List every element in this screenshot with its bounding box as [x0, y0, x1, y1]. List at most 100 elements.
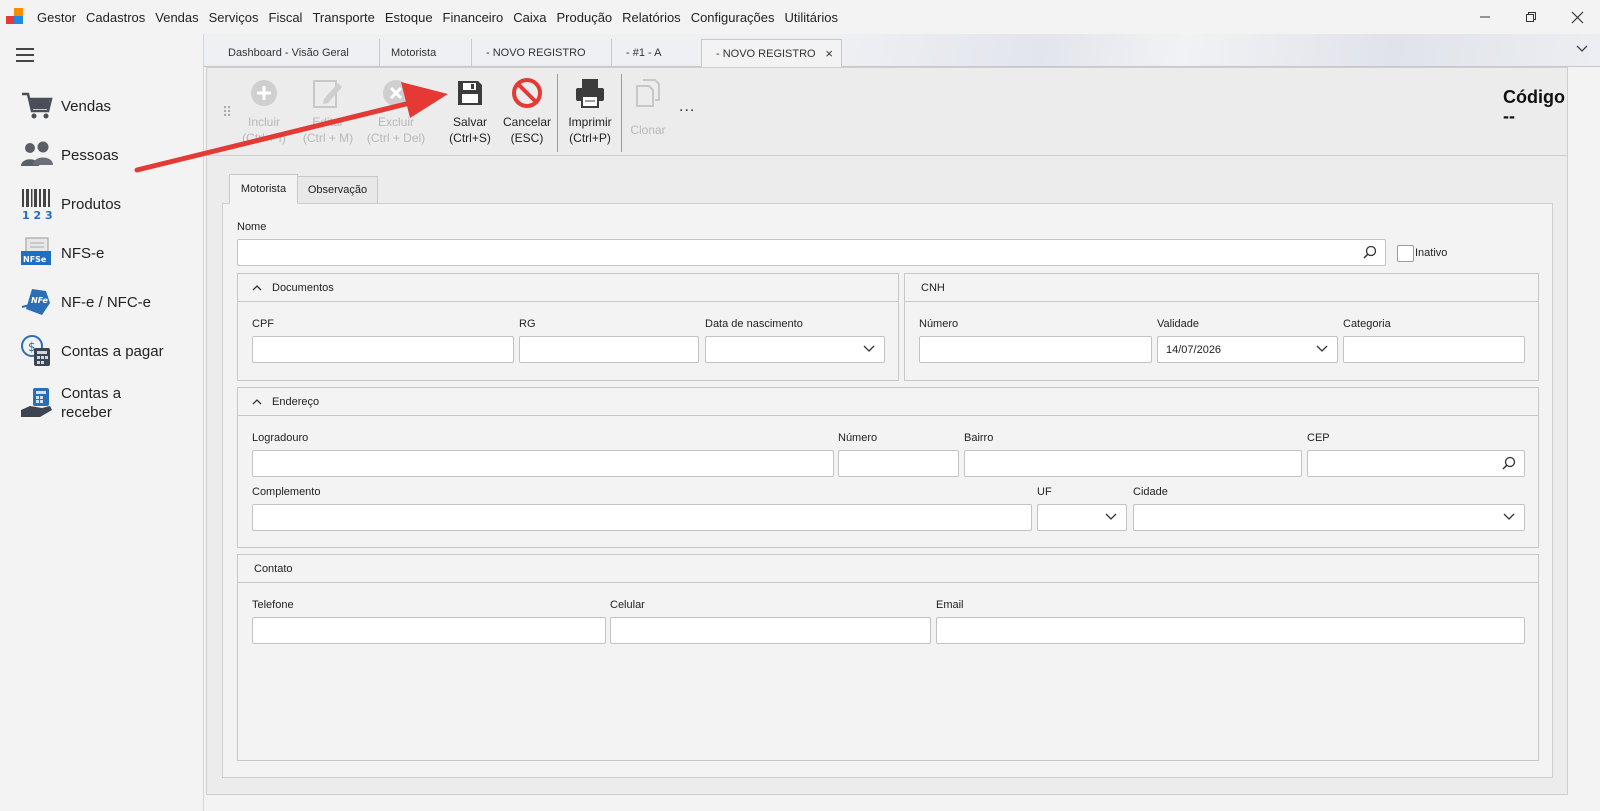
- nome-field[interactable]: [237, 239, 1386, 266]
- cep-field[interactable]: [1307, 450, 1525, 477]
- editar-button[interactable]: Editar (Ctrl + M): [293, 76, 363, 146]
- menu-servicos[interactable]: Serviços: [204, 10, 264, 25]
- sidebar-item-contas-pagar[interactable]: $ Contas a pagar: [20, 334, 164, 368]
- cidade-input[interactable]: [1134, 505, 1524, 530]
- sidebar-item-label: Produtos: [61, 195, 122, 213]
- sidebar-item-nfe[interactable]: NFe NF-e / NFC-e: [20, 285, 151, 319]
- celular-field[interactable]: [610, 617, 931, 644]
- telefone-field[interactable]: [252, 617, 606, 644]
- complemento-label: Complemento: [252, 486, 321, 498]
- menu-gestor[interactable]: Gestor: [32, 10, 81, 25]
- incluir-button[interactable]: Incluir (Ctrl + I): [229, 76, 299, 146]
- bairro-input[interactable]: [965, 451, 1301, 476]
- menu-utilitarios[interactable]: Utilitários: [780, 10, 843, 25]
- complemento-input[interactable]: [253, 505, 1031, 530]
- hamburger-menu-icon[interactable]: [16, 48, 34, 62]
- telefone-label: Telefone: [252, 599, 294, 611]
- sidebar: Vendas Pessoas 1 2 3 Produtos NFSe NFS-e…: [0, 34, 204, 811]
- nascimento-input[interactable]: [706, 337, 884, 362]
- endereco-numero-label: Número: [838, 432, 878, 444]
- telefone-input[interactable]: [253, 618, 605, 643]
- tab-registro-a[interactable]: - #1 - A: [604, 39, 700, 67]
- inativo-checkbox[interactable]: [1397, 245, 1414, 262]
- validade-field[interactable]: [1157, 336, 1338, 363]
- logradouro-input[interactable]: [253, 451, 833, 476]
- tab-observacao[interactable]: Observação: [297, 176, 378, 204]
- menu-configuracoes[interactable]: Configurações: [686, 10, 780, 25]
- menu-caixa[interactable]: Caixa: [508, 10, 551, 25]
- tab-label: - #1 - A: [626, 47, 662, 59]
- app-logo: [6, 8, 24, 26]
- sidebar-item-produtos[interactable]: 1 2 3 Produtos: [20, 187, 121, 221]
- bairro-field[interactable]: [964, 450, 1302, 477]
- cnh-numero-input[interactable]: [920, 337, 1151, 362]
- celular-label: Celular: [610, 599, 645, 611]
- validade-input[interactable]: [1158, 337, 1337, 362]
- endereco-numero-field[interactable]: [838, 450, 959, 477]
- chevron-up-icon[interactable]: [252, 396, 262, 408]
- complemento-field[interactable]: [252, 504, 1032, 531]
- cancelar-button[interactable]: Cancelar (ESC): [492, 76, 562, 146]
- endereco-header[interactable]: Endereço: [238, 388, 1538, 416]
- contato-header: Contato: [238, 555, 1538, 583]
- cpf-input[interactable]: [253, 337, 513, 362]
- money-hand-icon: [20, 386, 54, 420]
- menu-financeiro[interactable]: Financeiro: [438, 10, 509, 25]
- excluir-button[interactable]: Excluir (Ctrl + Del): [361, 76, 431, 146]
- more-options-button[interactable]: ...: [679, 98, 695, 116]
- bairro-label: Bairro: [964, 432, 994, 444]
- chevron-up-icon[interactable]: [252, 282, 262, 294]
- documentos-header[interactable]: Documentos: [238, 274, 898, 302]
- imprimir-label: Imprimir: [568, 115, 612, 129]
- menu-producao[interactable]: Produção: [552, 10, 618, 25]
- tab-motorista[interactable]: Motorista: [369, 39, 472, 67]
- sidebar-item-vendas[interactable]: Vendas: [20, 89, 111, 123]
- restore-icon: [1526, 12, 1536, 22]
- tab-dashboard[interactable]: Dashboard - Visão Geral: [206, 39, 380, 67]
- email-field[interactable]: [936, 617, 1525, 644]
- menu-vendas[interactable]: Vendas: [150, 10, 203, 25]
- restore-button[interactable]: [1508, 0, 1554, 34]
- search-icon[interactable]: [1502, 456, 1516, 470]
- rg-input[interactable]: [520, 337, 698, 362]
- clonar-button[interactable]: Clonar: [613, 76, 683, 138]
- rg-field[interactable]: [519, 336, 699, 363]
- chevron-down-icon[interactable]: [1104, 510, 1118, 524]
- sidebar-item-nfse[interactable]: NFSe NFS-e: [20, 236, 104, 270]
- nascimento-field[interactable]: [705, 336, 885, 363]
- chevron-down-icon[interactable]: [1315, 342, 1329, 356]
- sidebar-item-pessoas[interactable]: Pessoas: [20, 138, 119, 172]
- sidebar-item-contas-receber[interactable]: Contas a receber: [20, 384, 121, 422]
- minimize-button[interactable]: [1462, 0, 1508, 34]
- cidade-select[interactable]: [1133, 504, 1525, 531]
- celular-input[interactable]: [611, 618, 930, 643]
- cnh-numero-field[interactable]: [919, 336, 1152, 363]
- nome-input[interactable]: [238, 240, 1385, 265]
- chevron-down-icon[interactable]: [1502, 510, 1516, 524]
- logradouro-field[interactable]: [252, 450, 834, 477]
- menu-estoque[interactable]: Estoque: [380, 10, 438, 25]
- menu-relatorios[interactable]: Relatórios: [617, 10, 686, 25]
- categoria-field[interactable]: [1343, 336, 1525, 363]
- menu-fiscal[interactable]: Fiscal: [264, 10, 308, 25]
- cpf-field[interactable]: [252, 336, 514, 363]
- search-icon[interactable]: [1363, 245, 1377, 259]
- close-window-button[interactable]: [1554, 0, 1600, 34]
- tab-close-icon[interactable]: ×: [825, 46, 833, 61]
- categoria-input[interactable]: [1344, 337, 1524, 362]
- codigo-label: Código: [1503, 87, 1565, 107]
- chevron-down-icon[interactable]: [862, 342, 876, 356]
- endereco-numero-input[interactable]: [839, 451, 958, 476]
- chevron-down-icon[interactable]: [1576, 42, 1588, 56]
- menu-transporte[interactable]: Transporte: [307, 10, 379, 25]
- printer-icon: [573, 76, 607, 110]
- cnh-title: CNH: [921, 281, 945, 294]
- email-input[interactable]: [937, 618, 1524, 643]
- cep-input[interactable]: [1308, 451, 1524, 476]
- tab-novo-registro-active[interactable]: - NOVO REGISTRO ×: [701, 39, 842, 68]
- tab-motorista-form[interactable]: Motorista: [229, 174, 298, 204]
- uf-select[interactable]: [1037, 504, 1127, 531]
- cep-label: CEP: [1307, 432, 1330, 444]
- menu-cadastros[interactable]: Cadastros: [81, 10, 150, 25]
- tab-novo-registro-1[interactable]: - NOVO REGISTRO: [464, 39, 612, 67]
